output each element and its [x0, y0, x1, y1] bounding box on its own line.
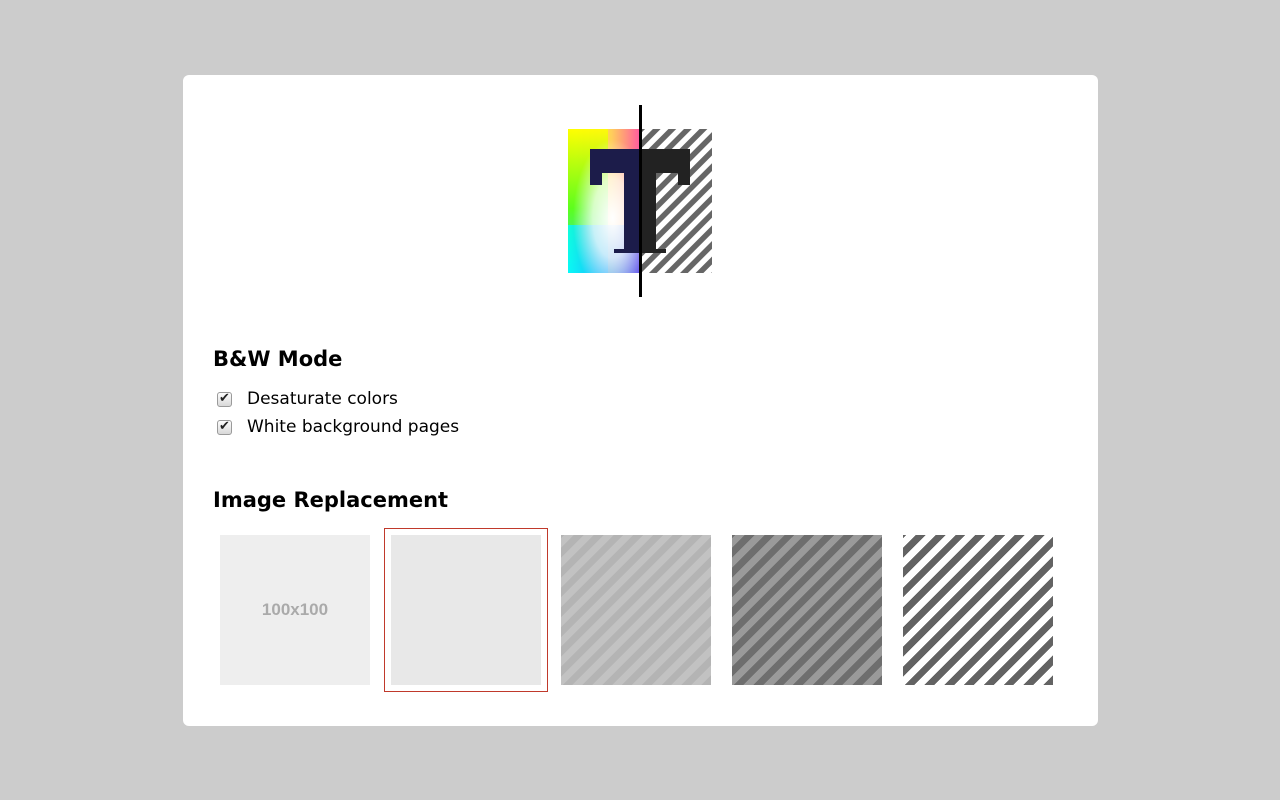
light-stripes-option[interactable] — [561, 535, 711, 685]
white-background-label: White background pages — [247, 417, 460, 437]
placeholder-size-label: 100x100 — [261, 600, 329, 619]
checkmark-icon: ✔ — [219, 418, 230, 434]
desaturate-colors-checkbox[interactable]: ✔ — [217, 390, 232, 407]
white-background-checkbox[interactable]: ✔ — [217, 418, 232, 435]
image-replacement-title: Image Replacement — [213, 488, 449, 512]
dark-stripes-option[interactable] — [732, 535, 882, 685]
white-background-option[interactable]: ✔ White background pages — [217, 416, 459, 438]
desaturate-colors-label: Desaturate colors — [247, 389, 398, 409]
desaturate-colors-option[interactable]: ✔ Desaturate colors — [217, 388, 398, 410]
placeholder-image-option[interactable]: 100x100 — [220, 535, 370, 685]
image-replacement-options: 100x100 — [220, 528, 1054, 692]
options-panel: B&W Mode ✔ Desaturate colors ✔ White bac… — [183, 75, 1098, 726]
solid-gray-option[interactable] — [384, 528, 548, 692]
bw-mode-logo-icon — [568, 105, 712, 297]
bw-stripes-option[interactable] — [903, 535, 1053, 685]
checkmark-icon: ✔ — [219, 390, 230, 406]
bw-mode-title: B&W Mode — [213, 347, 343, 371]
